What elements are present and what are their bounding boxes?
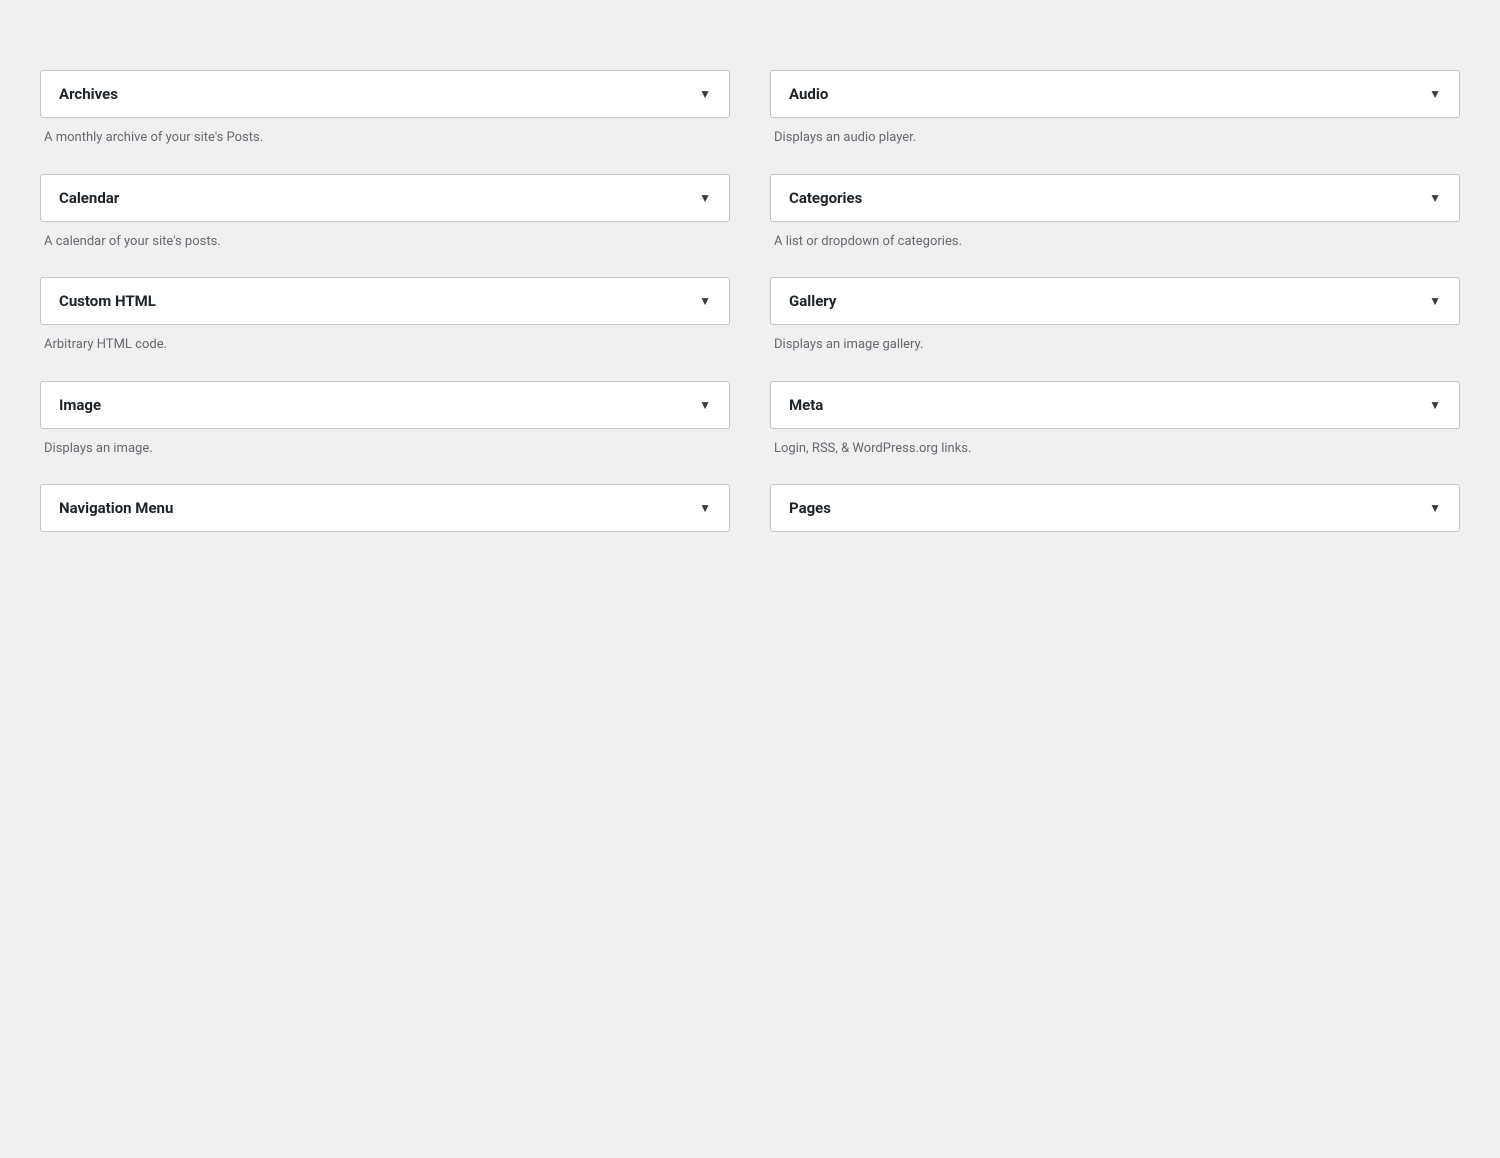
widget-description-pages bbox=[770, 532, 1460, 560]
widgets-grid: Archives ▼ A monthly archive of your site'… bbox=[40, 70, 1460, 568]
widget-item-pages: Pages ▼ bbox=[770, 484, 1460, 560]
widget-header-custom-html[interactable]: Custom HTML ▼ bbox=[40, 277, 730, 325]
widget-header-audio[interactable]: Audio ▼ bbox=[770, 70, 1460, 118]
chevron-down-icon-categories: ▼ bbox=[1429, 191, 1441, 205]
widget-label-pages: Pages bbox=[789, 499, 831, 517]
widget-label-audio: Audio bbox=[789, 85, 828, 103]
widget-description-navigation-menu bbox=[40, 532, 730, 560]
chevron-down-icon-pages: ▼ bbox=[1429, 501, 1441, 515]
widget-header-gallery[interactable]: Gallery ▼ bbox=[770, 277, 1460, 325]
widget-description-calendar: A calendar of your site's posts. bbox=[40, 222, 730, 270]
chevron-down-icon-image: ▼ bbox=[699, 398, 711, 412]
widget-item-navigation-menu: Navigation Menu ▼ bbox=[40, 484, 730, 560]
widget-item-gallery: Gallery ▼ Displays an image gallery. bbox=[770, 277, 1460, 373]
widget-description-gallery: Displays an image gallery. bbox=[770, 325, 1460, 373]
chevron-down-icon-gallery: ▼ bbox=[1429, 294, 1441, 308]
widget-label-navigation-menu: Navigation Menu bbox=[59, 499, 173, 517]
widget-header-pages[interactable]: Pages ▼ bbox=[770, 484, 1460, 532]
widget-header-image[interactable]: Image ▼ bbox=[40, 381, 730, 429]
widget-label-gallery: Gallery bbox=[789, 292, 836, 310]
widget-item-calendar: Calendar ▼ A calendar of your site's posts… bbox=[40, 174, 730, 270]
widget-item-categories: Categories ▼ A list or dropdown of categor… bbox=[770, 174, 1460, 270]
chevron-down-icon-calendar: ▼ bbox=[699, 191, 711, 205]
widget-header-meta[interactable]: Meta ▼ bbox=[770, 381, 1460, 429]
widget-description-archives: A monthly archive of your site's Posts. bbox=[40, 118, 730, 166]
widget-item-meta: Meta ▼ Login, RSS, & WordPress.org links. bbox=[770, 381, 1460, 477]
widget-item-archives: Archives ▼ A monthly archive of your site'… bbox=[40, 70, 730, 166]
chevron-down-icon-navigation-menu: ▼ bbox=[699, 501, 711, 515]
widget-item-audio: Audio ▼ Displays an audio player. bbox=[770, 70, 1460, 166]
widget-header-categories[interactable]: Categories ▼ bbox=[770, 174, 1460, 222]
widget-header-navigation-menu[interactable]: Navigation Menu ▼ bbox=[40, 484, 730, 532]
widget-label-image: Image bbox=[59, 396, 101, 414]
chevron-down-icon-custom-html: ▼ bbox=[699, 294, 711, 308]
widget-description-audio: Displays an audio player. bbox=[770, 118, 1460, 166]
widget-description-custom-html: Arbitrary HTML code. bbox=[40, 325, 730, 373]
widget-label-categories: Categories bbox=[789, 189, 862, 207]
chevron-down-icon-archives: ▼ bbox=[699, 87, 711, 101]
widget-label-meta: Meta bbox=[789, 396, 823, 414]
widget-label-archives: Archives bbox=[59, 85, 118, 103]
widget-description-meta: Login, RSS, & WordPress.org links. bbox=[770, 429, 1460, 477]
widget-description-image: Displays an image. bbox=[40, 429, 730, 477]
widget-label-calendar: Calendar bbox=[59, 189, 119, 207]
widget-description-categories: A list or dropdown of categories. bbox=[770, 222, 1460, 270]
widgets-left-column: Archives ▼ A monthly archive of your site'… bbox=[40, 70, 730, 568]
widgets-right-column: Audio ▼ Displays an audio player. Categorie… bbox=[770, 70, 1460, 568]
chevron-down-icon-meta: ▼ bbox=[1429, 398, 1441, 412]
widget-item-image: Image ▼ Displays an image. bbox=[40, 381, 730, 477]
widget-header-archives[interactable]: Archives ▼ bbox=[40, 70, 730, 118]
widget-item-custom-html: Custom HTML ▼ Arbitrary HTML code. bbox=[40, 277, 730, 373]
widget-header-calendar[interactable]: Calendar ▼ bbox=[40, 174, 730, 222]
widget-label-custom-html: Custom HTML bbox=[59, 292, 156, 310]
chevron-down-icon-audio: ▼ bbox=[1429, 87, 1441, 101]
